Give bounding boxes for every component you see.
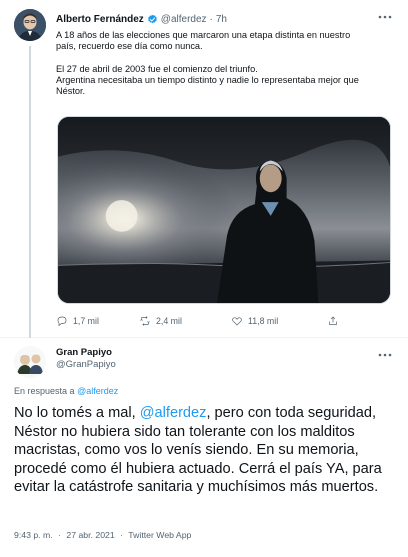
share-action[interactable] — [327, 315, 339, 327]
more-dots-icon[interactable] — [378, 349, 392, 357]
verified-badge-icon — [147, 14, 157, 23]
like-count: 11,8 mil — [248, 316, 279, 326]
reply-prefix: En respuesta a — [14, 386, 75, 396]
tweet-actions: 1,7 mil 2,4 mil 11,8 mil — [56, 312, 356, 330]
tweet-text-line: Néstor. — [56, 86, 86, 96]
heart-icon — [232, 317, 242, 326]
tweet-text-line: Argentina necesitaba un tiempo distinto … — [56, 74, 359, 85]
reply-metadata: 9:43 p. m. · 27 abr. 2021 · Twitter Web … — [14, 530, 191, 540]
reply-author-name[interactable]: Gran Papiyo — [56, 347, 116, 359]
author-avatar[interactable] — [14, 9, 46, 41]
separator-dot: · — [209, 13, 213, 25]
tweet-text-line: país, recuerdo ese día como nunca. — [56, 41, 203, 52]
reply-context: En respuesta a @alferdez — [14, 386, 118, 396]
thread-line — [29, 46, 31, 338]
author-name[interactable]: Alberto Fernández — [56, 14, 144, 25]
more-dots-icon[interactable] — [378, 11, 392, 21]
reply-to-handle-link[interactable]: @alferdez — [77, 386, 118, 396]
reply-source[interactable]: Twitter Web App — [128, 530, 191, 540]
reply-date[interactable]: 27 abr. 2021 — [66, 530, 114, 540]
retweet-action[interactable]: 2,4 mil — [139, 315, 231, 327]
reply-text-part: No lo tomés a mal, — [14, 405, 140, 421]
reply-icon — [57, 316, 67, 327]
tweet-time[interactable]: 7h — [216, 14, 227, 25]
reply-action[interactable]: 1,7 mil — [56, 315, 139, 327]
reply-header: Gran Papiyo @GranPapiyo — [56, 347, 116, 371]
separator-dot: · — [120, 530, 124, 540]
reply-time[interactable]: 9:43 p. m. — [14, 530, 53, 540]
mention-link[interactable]: @alferdez — [140, 405, 207, 421]
tweet-text: A 18 años de las elecciones que marcaron… — [56, 30, 392, 97]
tweet-header: Alberto Fernández @alferdez · 7h — [56, 11, 227, 27]
like-action[interactable]: 11,8 mil — [231, 315, 327, 327]
share-icon — [329, 316, 337, 325]
tweet-photo[interactable] — [57, 116, 391, 304]
retweet-count: 2,4 mil — [156, 316, 182, 326]
retweet-icon — [140, 316, 150, 326]
tweet-text-line: A 18 años de las elecciones que marcaron… — [56, 30, 351, 40]
main-tweet[interactable]: Alberto Fernández @alferdez · 7h A 18 añ… — [0, 0, 408, 338]
reply-author-avatar[interactable] — [14, 346, 46, 378]
reply-text: No lo tomés a mal, @alferdez, pero con t… — [14, 404, 398, 497]
author-handle[interactable]: @alferdez — [161, 14, 207, 25]
reply-count: 1,7 mil — [73, 316, 99, 326]
reply-author-handle[interactable]: @GranPapiyo — [56, 359, 116, 371]
tweet-text-line: El 27 de abril de 2003 fue el comienzo d… — [56, 63, 258, 74]
separator-dot: · — [58, 530, 61, 540]
photo-image — [58, 117, 390, 303]
reply-tweet[interactable]: Gran Papiyo @GranPapiyo En respuesta a @… — [0, 338, 408, 557]
avatar-portrait-icon — [14, 9, 46, 41]
avatar-cartoon-icon — [14, 346, 46, 378]
